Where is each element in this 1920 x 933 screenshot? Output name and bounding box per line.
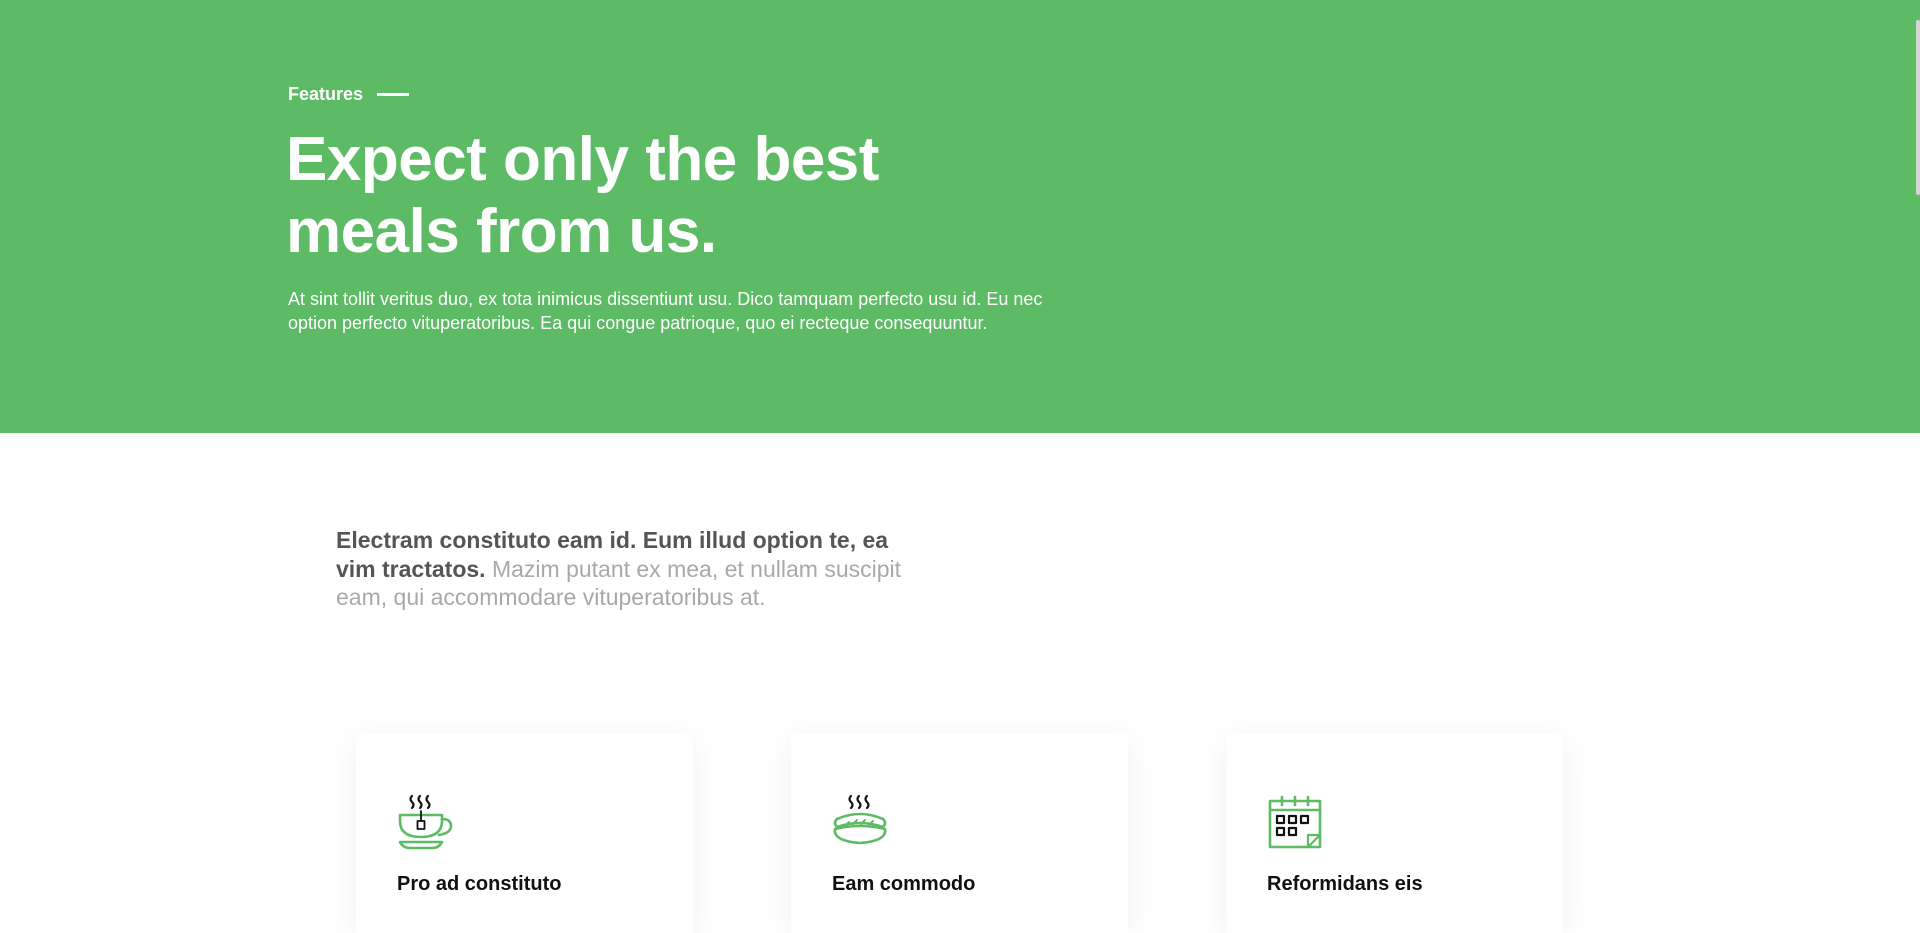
features-hero: Features Expect only the best meals from…: [0, 0, 1920, 433]
hero-title-line-1: Expect only the best: [286, 125, 879, 194]
hot-sausage-icon: [833, 794, 887, 845]
feature-card: Reformidans eis: [1226, 733, 1563, 933]
feature-card-title: Reformidans eis: [1267, 873, 1423, 895]
calendar-icon: [1268, 795, 1322, 849]
hero-title: Expect only the best meals from us.: [286, 124, 1046, 268]
hero-description: At sint tollit veritus duo, ex tota inim…: [288, 289, 1043, 333]
eyebrow-label: Features: [288, 84, 364, 104]
feature-card: Pro ad constituto: [356, 733, 693, 933]
feature-card-title: Eam commodo: [832, 873, 976, 895]
feature-card: Eam commodo: [791, 733, 1128, 933]
section-eyebrow: Features: [288, 84, 410, 105]
eyebrow-divider: [377, 93, 410, 96]
feature-card-title: Pro ad constituto: [397, 873, 562, 895]
intro-paragraph: Electram constituto eam id. Eum illud op…: [336, 526, 906, 612]
page-scrollbar[interactable]: [1916, 20, 1920, 195]
hero-title-line-2: meals from us.: [286, 197, 717, 266]
tea-cup-icon: [398, 794, 453, 850]
